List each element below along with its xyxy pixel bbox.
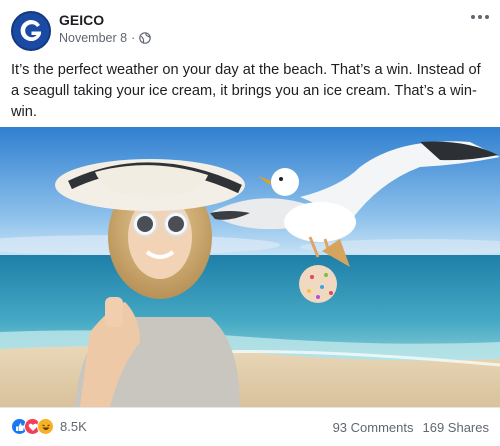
facebook-post: GEICO November 8 · It’s the perfect weat… [0, 0, 500, 446]
geico-g-logo-icon [13, 13, 49, 49]
post-date[interactable]: November 8 [59, 31, 127, 45]
post-photo[interactable] [0, 127, 500, 407]
shares-count[interactable]: 169 Shares [423, 420, 490, 435]
geico-logo-avatar[interactable] [11, 11, 51, 51]
post-stats: 93 Comments 169 Shares [333, 420, 489, 435]
meta-separator: · [131, 31, 136, 45]
post-author-name[interactable]: GEICO [59, 12, 104, 28]
post-caption: It’s the perfect weather on your day at … [11, 62, 481, 120]
globe-icon [139, 32, 152, 44]
post-meta: November 8 · [59, 31, 152, 45]
more-options-icon[interactable] [469, 10, 491, 24]
beach-seagull-ice-cream-image [0, 127, 500, 407]
reaction-count: 8.5K [60, 419, 87, 434]
haha-icon [37, 418, 54, 435]
reactions-summary[interactable]: 8.5K [11, 418, 87, 435]
post-header: GEICO November 8 · [11, 8, 491, 52]
comments-count[interactable]: 93 Comments [333, 420, 414, 435]
post-footer: 8.5K 93 Comments 169 Shares [0, 407, 500, 446]
